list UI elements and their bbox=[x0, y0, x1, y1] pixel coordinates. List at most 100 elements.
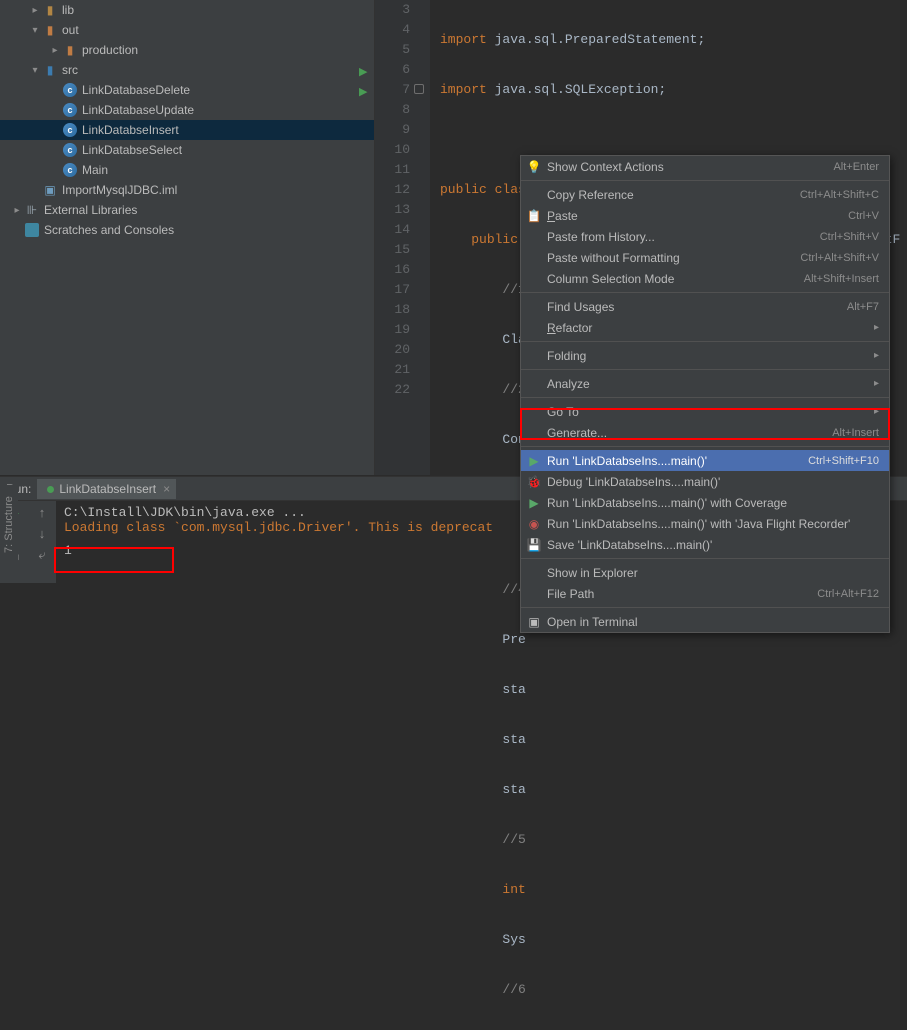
tree-iml[interactable]: ▣ ImportMysqlJDBC.iml bbox=[0, 180, 374, 200]
menu-separator bbox=[521, 341, 889, 342]
tree-file-selected[interactable]: c LinkDatabseInsert bbox=[0, 120, 374, 140]
menu-paste-history[interactable]: Paste from History...Ctrl+Shift+V bbox=[521, 226, 889, 247]
override-icon[interactable] bbox=[414, 84, 424, 94]
library-icon: ⊪ bbox=[24, 202, 40, 218]
menu-refactor[interactable]: Refactor▸ bbox=[521, 317, 889, 338]
folder-icon: ▮ bbox=[42, 22, 58, 38]
line-num: 18 bbox=[375, 300, 410, 320]
line-num: 14 bbox=[375, 220, 410, 240]
chevron-down-icon: ▾ bbox=[28, 65, 42, 76]
tree-label: lib bbox=[62, 3, 74, 17]
tree-scratches[interactable]: Scratches and Consoles bbox=[0, 220, 374, 240]
line-num: 20 bbox=[375, 340, 410, 360]
line-num: 16 bbox=[375, 260, 410, 280]
menu-separator bbox=[521, 446, 889, 447]
folder-icon: ▮ bbox=[42, 62, 58, 78]
chevron-right-icon: ▸ bbox=[874, 350, 879, 361]
run-toolbar-2: ↑ ↓ ⤶ bbox=[28, 501, 56, 583]
line-num: 12 bbox=[375, 180, 410, 200]
tree-src[interactable]: ▾ ▮ src bbox=[0, 60, 374, 80]
up-icon[interactable]: ↑ bbox=[39, 505, 46, 520]
tree-label: LinkDatabaseDelete bbox=[82, 83, 190, 97]
menu-goto[interactable]: Go To▸ bbox=[521, 401, 889, 422]
tree-label: LinkDatabseInsert bbox=[82, 123, 179, 137]
tree-file[interactable]: c LinkDatabaseDelete bbox=[0, 80, 374, 100]
line-num: 19 bbox=[375, 320, 410, 340]
java-class-icon: c bbox=[62, 102, 78, 118]
context-menu: 💡 Show Context ActionsAlt+Enter Copy Ref… bbox=[520, 155, 890, 633]
line-num: 21 bbox=[375, 360, 410, 380]
menu-show-context[interactable]: 💡 Show Context ActionsAlt+Enter bbox=[521, 156, 889, 177]
menu-generate[interactable]: Generate...Alt+Insert bbox=[521, 422, 889, 443]
gutter: 3 4 5 ▶6 ▶7 8 9 10 11 12 13 14 15 16 17 … bbox=[375, 0, 430, 475]
tree-label: out bbox=[62, 23, 79, 37]
line-num: 13 bbox=[375, 200, 410, 220]
folder-icon: ▮ bbox=[62, 42, 78, 58]
tree-file[interactable]: c Main bbox=[0, 160, 374, 180]
menu-paste-nofmt[interactable]: Paste without FormattingCtrl+Alt+Shift+V bbox=[521, 247, 889, 268]
chevron-down-icon: ▾ bbox=[28, 25, 42, 36]
menu-analyze[interactable]: Analyze▸ bbox=[521, 373, 889, 394]
menu-save-config[interactable]: 💾 Save 'LinkDatabseIns....main()' bbox=[521, 534, 889, 555]
status-dot-icon bbox=[47, 486, 54, 493]
tree-label: ImportMysqlJDBC.iml bbox=[62, 183, 177, 197]
paste-icon: 📋 bbox=[527, 209, 541, 223]
menu-folding[interactable]: Folding▸ bbox=[521, 345, 889, 366]
chevron-right-icon: ▸ bbox=[28, 5, 42, 16]
line-num: 22 bbox=[375, 380, 410, 400]
menu-separator bbox=[521, 292, 889, 293]
menu-separator bbox=[521, 607, 889, 608]
wrap-icon[interactable]: ⤶ bbox=[38, 547, 45, 563]
profiler-icon: ◉ bbox=[527, 517, 541, 531]
menu-find-usages[interactable]: Find UsagesAlt+F7 bbox=[521, 296, 889, 317]
java-class-icon: c bbox=[62, 162, 78, 178]
menu-separator bbox=[521, 397, 889, 398]
menu-run[interactable]: ▶ Run 'LinkDatabseIns....main()'Ctrl+Shi… bbox=[521, 450, 889, 471]
menu-debug[interactable]: 🐞 Debug 'LinkDatabseIns....main()' bbox=[521, 471, 889, 492]
bulb-icon: 💡 bbox=[527, 160, 541, 174]
menu-open-terminal[interactable]: ▣ Open in Terminal bbox=[521, 611, 889, 632]
tree-out[interactable]: ▾ ▮ out bbox=[0, 20, 374, 40]
run-tab[interactable]: LinkDatabseInsert bbox=[37, 479, 176, 499]
tree-label: LinkDatabaseUpdate bbox=[82, 103, 194, 117]
chevron-right-icon: ▸ bbox=[874, 322, 879, 333]
java-class-icon: c bbox=[62, 142, 78, 158]
chevron-right-icon: ▸ bbox=[48, 45, 62, 56]
structure-tab[interactable]: 7: Structure bbox=[0, 485, 18, 565]
tree-production[interactable]: ▸ ▮ production bbox=[0, 40, 374, 60]
tree-label: LinkDatabseSelect bbox=[82, 143, 182, 157]
menu-show-explorer[interactable]: Show in Explorer bbox=[521, 562, 889, 583]
tree-lib[interactable]: ▸ ▮ lib bbox=[0, 0, 374, 20]
tree-file[interactable]: c LinkDatabaseUpdate bbox=[0, 100, 374, 120]
folder-icon: ▮ bbox=[42, 2, 58, 18]
menu-run-coverage[interactable]: ▶ Run 'LinkDatabseIns....main()' with Co… bbox=[521, 492, 889, 513]
line-num: 9 bbox=[375, 120, 410, 140]
tree-label: production bbox=[82, 43, 138, 57]
down-icon[interactable]: ↓ bbox=[39, 526, 46, 541]
menu-paste[interactable]: 📋 PasteCtrl+V bbox=[521, 205, 889, 226]
run-gutter-icon[interactable]: ▶ bbox=[359, 83, 367, 103]
tree-file[interactable]: c LinkDatabseSelect bbox=[0, 140, 374, 160]
menu-column-selection[interactable]: Column Selection ModeAlt+Shift+Insert bbox=[521, 268, 889, 289]
chevron-right-icon: ▸ bbox=[874, 378, 879, 389]
menu-file-path[interactable]: File PathCtrl+Alt+F12 bbox=[521, 583, 889, 604]
run-gutter-icon[interactable]: ▶ bbox=[359, 63, 367, 83]
tree-label: src bbox=[62, 63, 78, 77]
line-num: 15 bbox=[375, 240, 410, 260]
menu-separator bbox=[521, 369, 889, 370]
save-icon: 💾 bbox=[527, 538, 541, 552]
play-icon: ▶ bbox=[527, 454, 541, 468]
tree-external[interactable]: ▸ ⊪ External Libraries bbox=[0, 200, 374, 220]
module-icon: ▣ bbox=[42, 182, 58, 198]
menu-copy-reference[interactable]: Copy ReferenceCtrl+Alt+Shift+C bbox=[521, 184, 889, 205]
line-num: 11 bbox=[375, 160, 410, 180]
menu-run-jfr[interactable]: ◉ Run 'LinkDatabseIns....main()' with 'J… bbox=[521, 513, 889, 534]
project-tree: ▸ ▮ lib ▾ ▮ out ▸ ▮ production ▾ ▮ src c… bbox=[0, 0, 375, 475]
tree-label: External Libraries bbox=[44, 203, 137, 217]
java-class-icon: c bbox=[62, 82, 78, 98]
line-num: 17 bbox=[375, 280, 410, 300]
line-num: 8 bbox=[375, 100, 410, 120]
chevron-right-icon: ▸ bbox=[874, 406, 879, 417]
terminal-icon: ▣ bbox=[527, 615, 541, 629]
java-class-icon: c bbox=[62, 122, 78, 138]
